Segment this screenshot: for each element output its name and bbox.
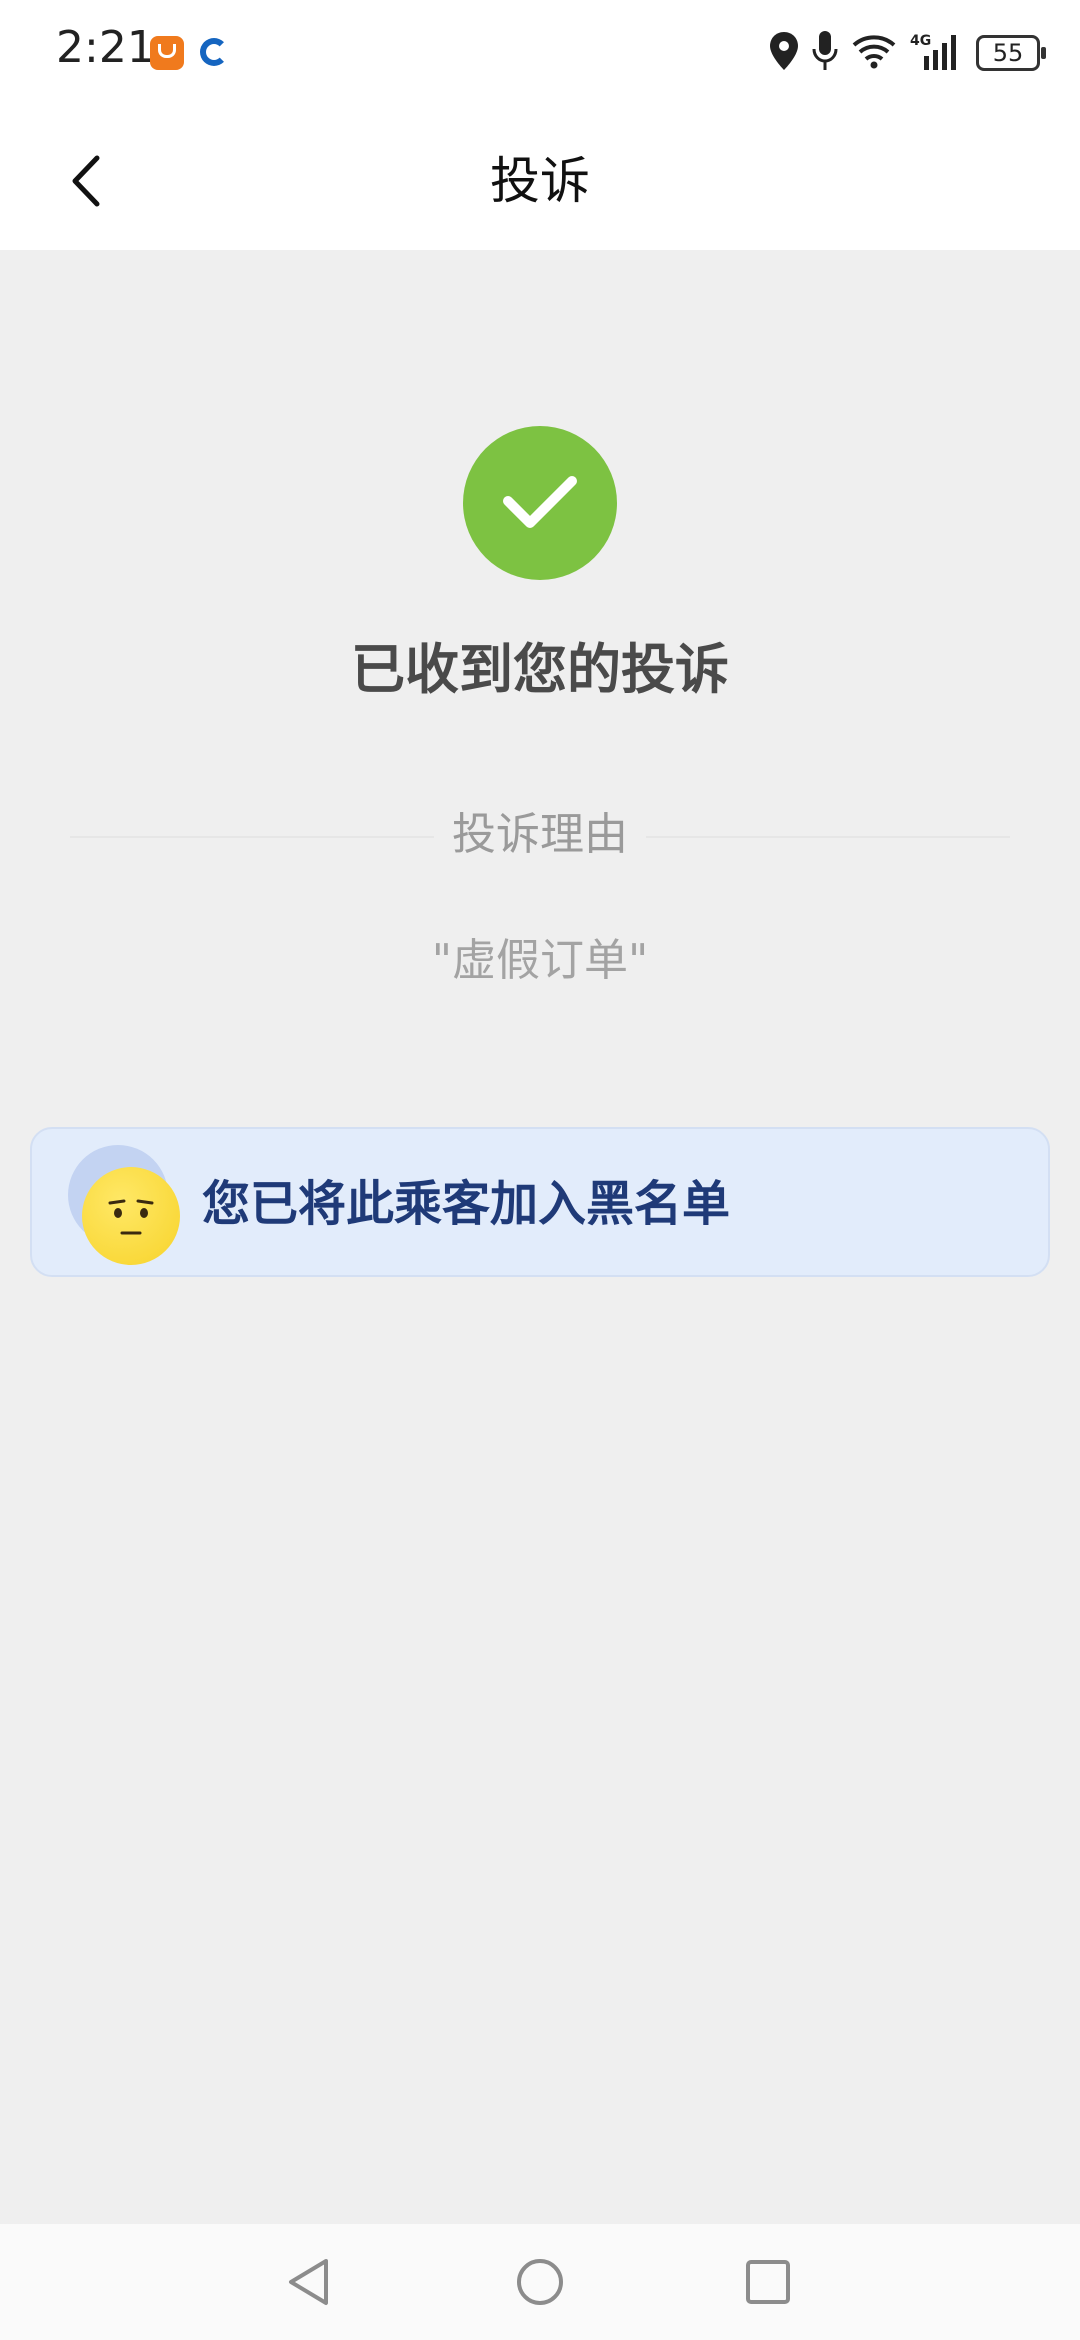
status-time: 2:21 bbox=[56, 22, 155, 73]
nav-home-button[interactable] bbox=[510, 2252, 570, 2312]
blacklist-notice-text: 您已将此乘客加入黑名单 bbox=[202, 1176, 731, 1232]
wifi-icon bbox=[852, 33, 896, 73]
signal-icon: 4G bbox=[910, 32, 962, 74]
triangle-back-icon bbox=[289, 2259, 328, 2305]
neutral-face-emoji-icon bbox=[68, 1145, 188, 1265]
square-recents-icon bbox=[746, 2260, 790, 2304]
network-type-label: 4G bbox=[910, 33, 931, 49]
battery-indicator: 55 bbox=[976, 35, 1046, 71]
page-title: 投诉 bbox=[490, 152, 590, 210]
location-icon bbox=[770, 32, 798, 74]
nav-recents-button[interactable] bbox=[738, 2252, 798, 2312]
status-icons: 4G 55 bbox=[770, 28, 1046, 78]
system-nav-bar bbox=[0, 2224, 1080, 2340]
notification-app-icon bbox=[200, 38, 228, 66]
circle-home-icon bbox=[517, 2259, 563, 2305]
complaint-received-title: 已收到您的投诉 bbox=[351, 638, 729, 701]
didi-app-icon bbox=[150, 36, 184, 70]
reason-value: "虚假订单" bbox=[431, 935, 649, 986]
nav-back-button[interactable] bbox=[278, 2252, 338, 2312]
blacklist-notice-card: 您已将此乘客加入黑名单 bbox=[30, 1127, 1050, 1277]
success-check-icon bbox=[463, 426, 617, 580]
reason-label-row: 投诉理由 bbox=[0, 800, 1080, 870]
status-bar: 2:21 4G 55 bbox=[0, 0, 1080, 110]
microphone-icon bbox=[812, 31, 838, 75]
app-header: 投诉 bbox=[0, 110, 1080, 250]
reason-label: 投诉理由 bbox=[434, 809, 646, 860]
